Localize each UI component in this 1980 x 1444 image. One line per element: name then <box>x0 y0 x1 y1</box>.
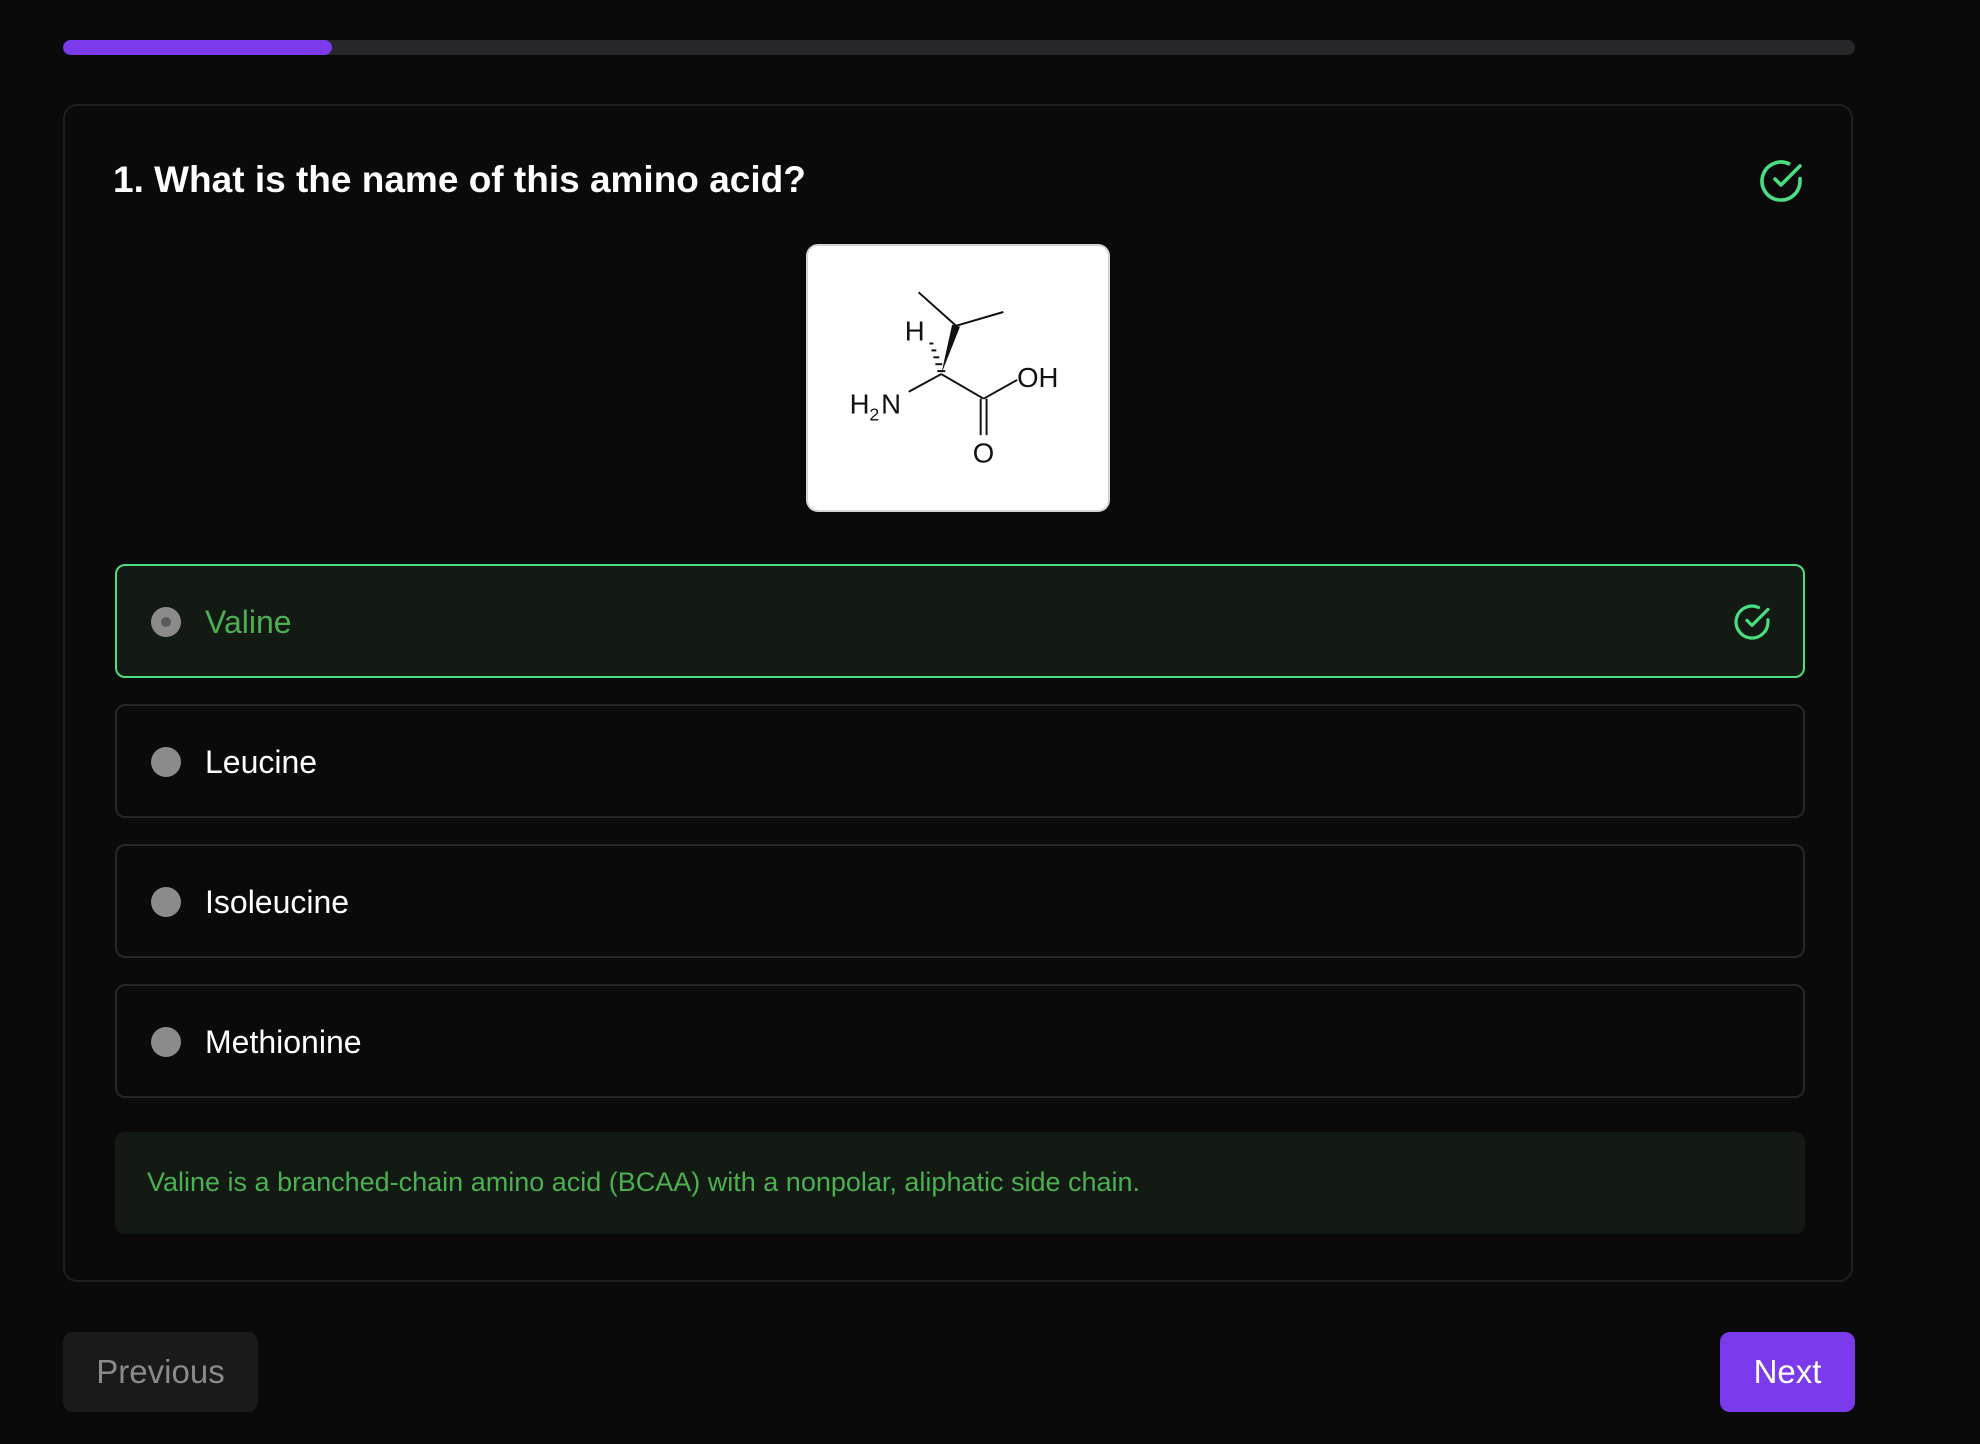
atom-label-o: O <box>973 438 994 469</box>
option-label: Isoleucine <box>205 884 350 920</box>
answer-explanation: Valine is a branched-chain amino acid (B… <box>115 1132 1805 1234</box>
atom-label-h2n-n: N <box>881 388 901 419</box>
next-button[interactable]: Next <box>1720 1332 1855 1412</box>
progress-bar-fill <box>63 40 332 55</box>
molecule-image: H H 2 N OH O <box>806 244 1110 512</box>
explanation-text: Valine is a branched-chain amino acid (B… <box>147 1167 1141 1197</box>
atom-label-h2n-h: H <box>850 388 870 419</box>
check-circle-icon <box>1760 160 1802 202</box>
radio-button[interactable] <box>151 887 181 917</box>
radio-button[interactable] <box>151 607 181 637</box>
progress-bar <box>63 40 1855 55</box>
question-title: 1. What is the name of this amino acid? <box>113 159 806 200</box>
quiz-page: 1. What is the name of this amino acid? <box>0 0 1980 1444</box>
valine-structure-diagram: H H 2 N OH O <box>850 291 1058 469</box>
option-label: Methionine <box>205 1024 362 1060</box>
atom-label-h: H <box>905 316 925 347</box>
answer-option-isoleucine[interactable]: Isoleucine <box>115 844 1805 958</box>
check-circle-icon <box>1734 604 1770 640</box>
answer-option-methionine[interactable]: Methionine <box>115 984 1805 1098</box>
radio-button[interactable] <box>151 747 181 777</box>
option-label: Valine <box>205 604 292 640</box>
previous-button[interactable]: Previous <box>63 1332 258 1412</box>
answer-option-leucine[interactable]: Leucine <box>115 704 1805 818</box>
option-label: Leucine <box>205 744 318 780</box>
answer-option-valine[interactable]: Valine <box>115 564 1805 678</box>
atom-label-oh: OH <box>1017 362 1058 393</box>
radio-button[interactable] <box>151 1027 181 1057</box>
atom-label-h2n-subscript: 2 <box>869 404 879 424</box>
question-card: 1. What is the name of this amino acid? <box>63 104 1853 1282</box>
